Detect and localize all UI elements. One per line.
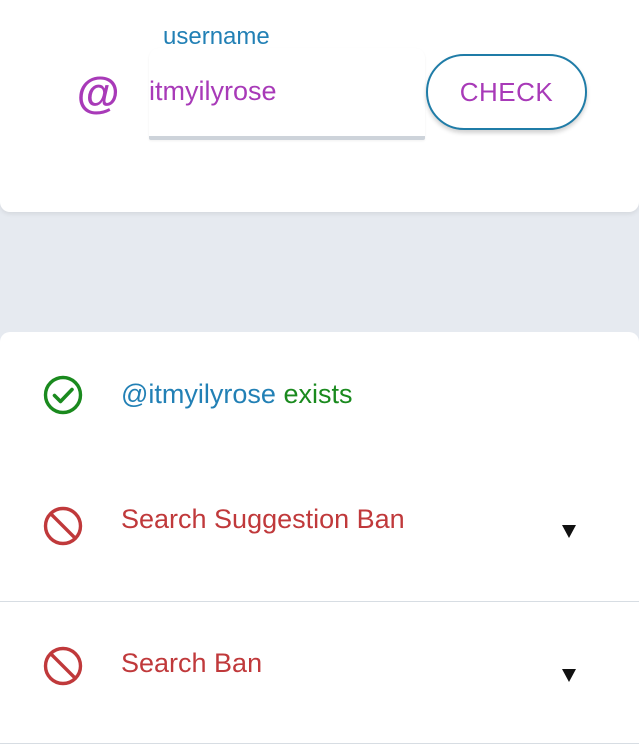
ban-icon xyxy=(43,506,83,546)
username-field-label: username xyxy=(163,23,270,50)
search-suggestion-ban-label: Search Suggestion Ban xyxy=(121,504,405,534)
results-card: @itmyilyrose exists Search Suggestion Ba… xyxy=(0,332,639,749)
at-sign-icon: @ xyxy=(76,69,119,118)
result-row-search-suggestion-ban[interactable]: Search Suggestion Ban xyxy=(0,460,639,602)
username-input-value[interactable]: itmyilyrose xyxy=(149,75,277,107)
caret-down-icon[interactable] xyxy=(562,669,576,682)
check-circle-icon xyxy=(43,375,83,415)
result-row-exists: @itmyilyrose exists xyxy=(0,332,639,460)
search-ban-label: Search Ban xyxy=(121,648,263,678)
exists-handle: @itmyilyrose xyxy=(121,379,276,409)
caret-down-icon[interactable] xyxy=(562,525,576,538)
ban-icon xyxy=(43,646,83,686)
check-button[interactable]: CHECK xyxy=(426,54,587,130)
username-search-card: @ username itmyilyrose CHECK xyxy=(0,0,639,212)
result-row-search-ban[interactable]: Search Ban xyxy=(0,602,639,744)
exists-text: @itmyilyrose exists xyxy=(121,378,352,410)
username-input[interactable]: itmyilyrose xyxy=(149,48,425,140)
exists-status: exists xyxy=(283,379,353,409)
